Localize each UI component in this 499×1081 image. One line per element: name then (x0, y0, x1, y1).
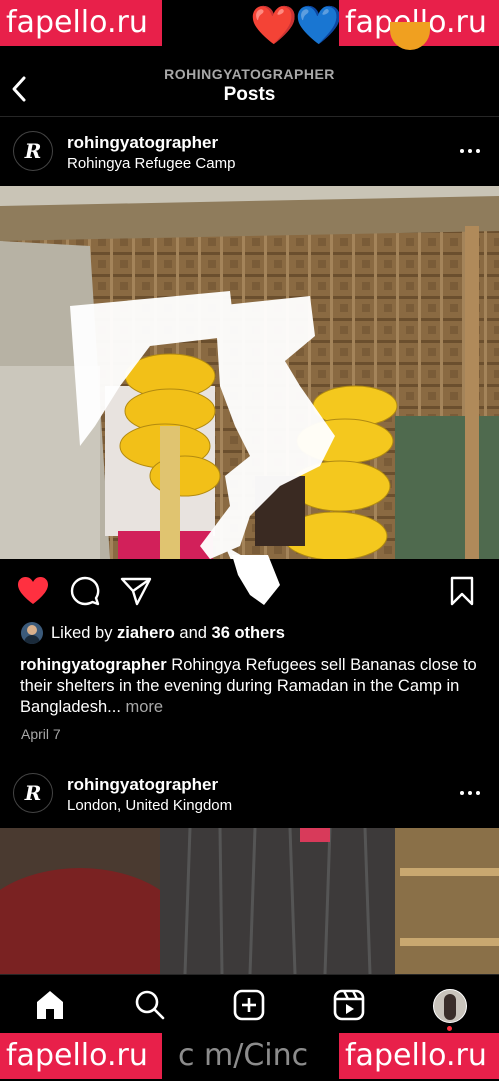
heart-emoji-blue: 💙 (295, 5, 343, 47)
header-divider (0, 116, 499, 117)
caption-more-link[interactable]: more (121, 698, 164, 716)
watermark-bottom-middle-text: c m/Cinc (178, 1038, 309, 1073)
heart-filled-icon (18, 577, 48, 604)
page-title: Posts (223, 84, 276, 105)
home-icon (37, 991, 63, 1019)
like-button[interactable] (17, 576, 49, 606)
bananas-photo (0, 186, 499, 559)
share-button[interactable] (120, 576, 152, 606)
post1-date: April 7 (21, 726, 61, 742)
post1-username[interactable]: rohingyatographer (67, 133, 218, 153)
heart-emoji-red: ❤️ (250, 5, 298, 47)
liked-by-user[interactable]: ziahero (117, 624, 175, 642)
watermark-top-left: fapello.ru (0, 0, 162, 46)
nav-reels[interactable] (333, 989, 365, 1021)
post2-avatar[interactable]: R (13, 773, 53, 813)
search-icon (135, 990, 165, 1020)
comment-icon (70, 576, 100, 606)
create-post-icon (233, 989, 265, 1021)
photo-scribble-tail (228, 555, 284, 607)
post2-username[interactable]: rohingyatographer (67, 775, 218, 795)
post2-image[interactable] (0, 828, 499, 974)
post1-image[interactable] (0, 186, 499, 559)
liked-by-prefix: Liked by (51, 624, 118, 642)
watermark-bottom-left: fapello.ru (0, 1033, 162, 1079)
bookmark-button[interactable] (449, 576, 475, 606)
nav-search[interactable] (134, 989, 166, 1021)
bookmark-icon (450, 576, 474, 606)
post2-photo (0, 828, 499, 974)
avatar-logo-letter: R (24, 781, 42, 805)
post2-more-dots-icon[interactable] (460, 791, 482, 797)
header-account-name: ROHINGYATOGRAPHER (164, 66, 335, 82)
nav-profile[interactable] (433, 989, 467, 1023)
avatar-logo-letter: R (24, 139, 42, 163)
watermark-bottom-right: fapello.ru (339, 1033, 499, 1079)
caption-username[interactable]: rohingyatographer (20, 656, 167, 674)
liked-by-others[interactable]: 36 others (212, 624, 285, 642)
nav-home[interactable] (34, 989, 66, 1021)
comment-button[interactable] (70, 576, 100, 606)
reels-icon (333, 989, 365, 1021)
likes-summary: Liked by ziahero and 36 others (51, 624, 285, 643)
nav-create[interactable] (233, 989, 265, 1021)
post2-location[interactable]: London, United Kingdom (67, 797, 232, 814)
liked-by-and: and (174, 624, 212, 642)
post1-avatar[interactable]: R (13, 131, 53, 171)
liker-avatar[interactable] (21, 622, 43, 644)
post1-more-dots-icon[interactable] (460, 149, 482, 155)
post1-caption: rohingyatographer Rohingya Refugees sell… (20, 655, 485, 718)
profile-notification-dot (447, 1026, 452, 1031)
post1-location[interactable]: Rohingya Refugee Camp (67, 155, 235, 172)
share-icon (120, 577, 152, 606)
profile-avatar (444, 994, 456, 1020)
